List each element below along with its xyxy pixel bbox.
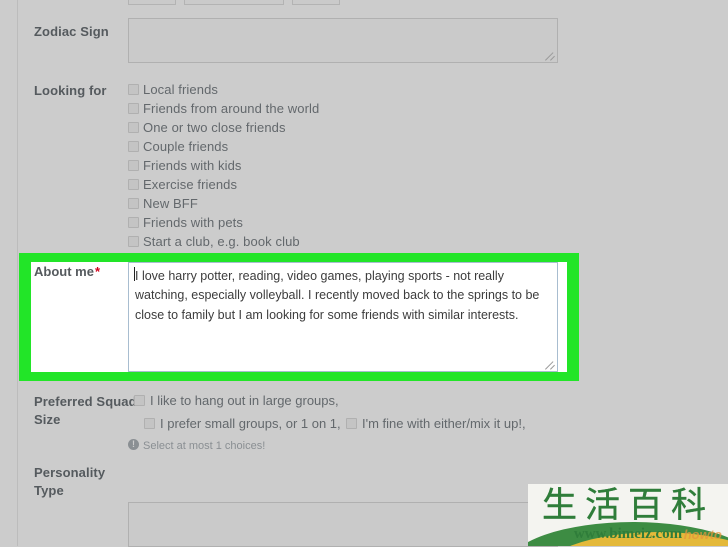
option-label: Start a club, e.g. book club [143, 234, 300, 249]
form-page: Zodiac Sign Looking for Local friends Fr… [0, 0, 728, 547]
looking-for-option[interactable]: Start a club, e.g. book club [128, 232, 319, 251]
info-circle-icon [128, 438, 139, 450]
about-me-value: I love harry potter, reading, video game… [135, 269, 540, 322]
page-left-rule [17, 0, 18, 546]
about-me-label: About me* [34, 264, 100, 279]
about-me-textarea[interactable]: I love harry potter, reading, video game… [128, 262, 558, 372]
top-partial-input-3[interactable] [292, 0, 340, 5]
option-label: New BFF [143, 196, 198, 211]
option-label: Exercise friends [143, 177, 238, 192]
checkbox-icon[interactable] [134, 395, 145, 406]
checkbox-icon[interactable] [128, 84, 139, 95]
squad-size-option-small[interactable]: I prefer small groups, or 1 on 1, [144, 416, 341, 431]
required-asterisk: * [94, 264, 101, 279]
checkbox-icon[interactable] [128, 198, 139, 209]
squad-size-label-line1: Preferred Squad [34, 394, 137, 409]
squad-size-option-either[interactable]: I'm fine with either/mix it up!, [346, 416, 526, 431]
looking-for-option[interactable]: One or two close friends [128, 118, 319, 137]
checkbox-icon[interactable] [128, 103, 139, 114]
resize-grip-icon[interactable] [545, 50, 556, 61]
option-label: Friends from around the world [143, 101, 320, 116]
squad-size-option-large[interactable]: I like to hang out in large groups, [134, 393, 339, 408]
checkbox-icon[interactable] [346, 418, 357, 429]
option-label: Friends with kids [143, 158, 242, 173]
squad-size-hint: Select at most 1 choices! [128, 438, 266, 452]
personality-type-label-line2: Type [34, 483, 64, 498]
looking-for-option[interactable]: New BFF [128, 194, 319, 213]
looking-for-option[interactable]: Friends from around the world [128, 99, 319, 118]
option-label: I like to hang out in large groups, [150, 393, 339, 408]
checkbox-icon[interactable] [128, 217, 139, 228]
about-me-label-text: About me [34, 264, 94, 279]
option-label: I prefer small groups, or 1 on 1, [160, 416, 341, 431]
squad-size-hint-text: Select at most 1 choices! [143, 440, 266, 452]
site-watermark: 生活百科 www.bimeiz.com howto [528, 484, 728, 546]
checkbox-icon[interactable] [128, 141, 139, 152]
resize-grip-icon[interactable] [545, 359, 556, 370]
checkbox-icon[interactable] [128, 122, 139, 133]
looking-for-checkbox-group: Local friends Friends from around the wo… [128, 80, 319, 251]
watermark-characters: 生活百科 [541, 486, 714, 526]
looking-for-option[interactable]: Couple friends [128, 137, 319, 156]
zodiac-sign-textarea[interactable] [128, 18, 558, 63]
top-partial-input-2[interactable] [184, 0, 284, 5]
personality-type-textarea[interactable] [128, 502, 558, 547]
option-label: Local friends [143, 82, 219, 97]
checkbox-icon[interactable] [128, 160, 139, 171]
checkbox-icon[interactable] [144, 418, 155, 429]
looking-for-label: Looking for [34, 83, 107, 98]
looking-for-option[interactable]: Friends with kids [128, 156, 319, 175]
checkbox-icon[interactable] [128, 179, 139, 190]
watermark-tagline: howto [683, 527, 722, 542]
looking-for-option[interactable]: Local friends [128, 80, 319, 99]
option-label: One or two close friends [143, 120, 286, 135]
top-partial-input-1[interactable] [128, 0, 176, 5]
personality-type-label-line1: Personality [34, 465, 106, 480]
zodiac-sign-label: Zodiac Sign [34, 24, 109, 39]
option-label: I'm fine with either/mix it up!, [362, 416, 526, 431]
option-label: Couple friends [143, 139, 229, 154]
checkbox-icon[interactable] [128, 236, 139, 247]
looking-for-option[interactable]: Friends with pets [128, 213, 319, 232]
squad-size-label-line2: Size [34, 412, 61, 427]
looking-for-option[interactable]: Exercise friends [128, 175, 319, 194]
option-label: Friends with pets [143, 215, 243, 230]
